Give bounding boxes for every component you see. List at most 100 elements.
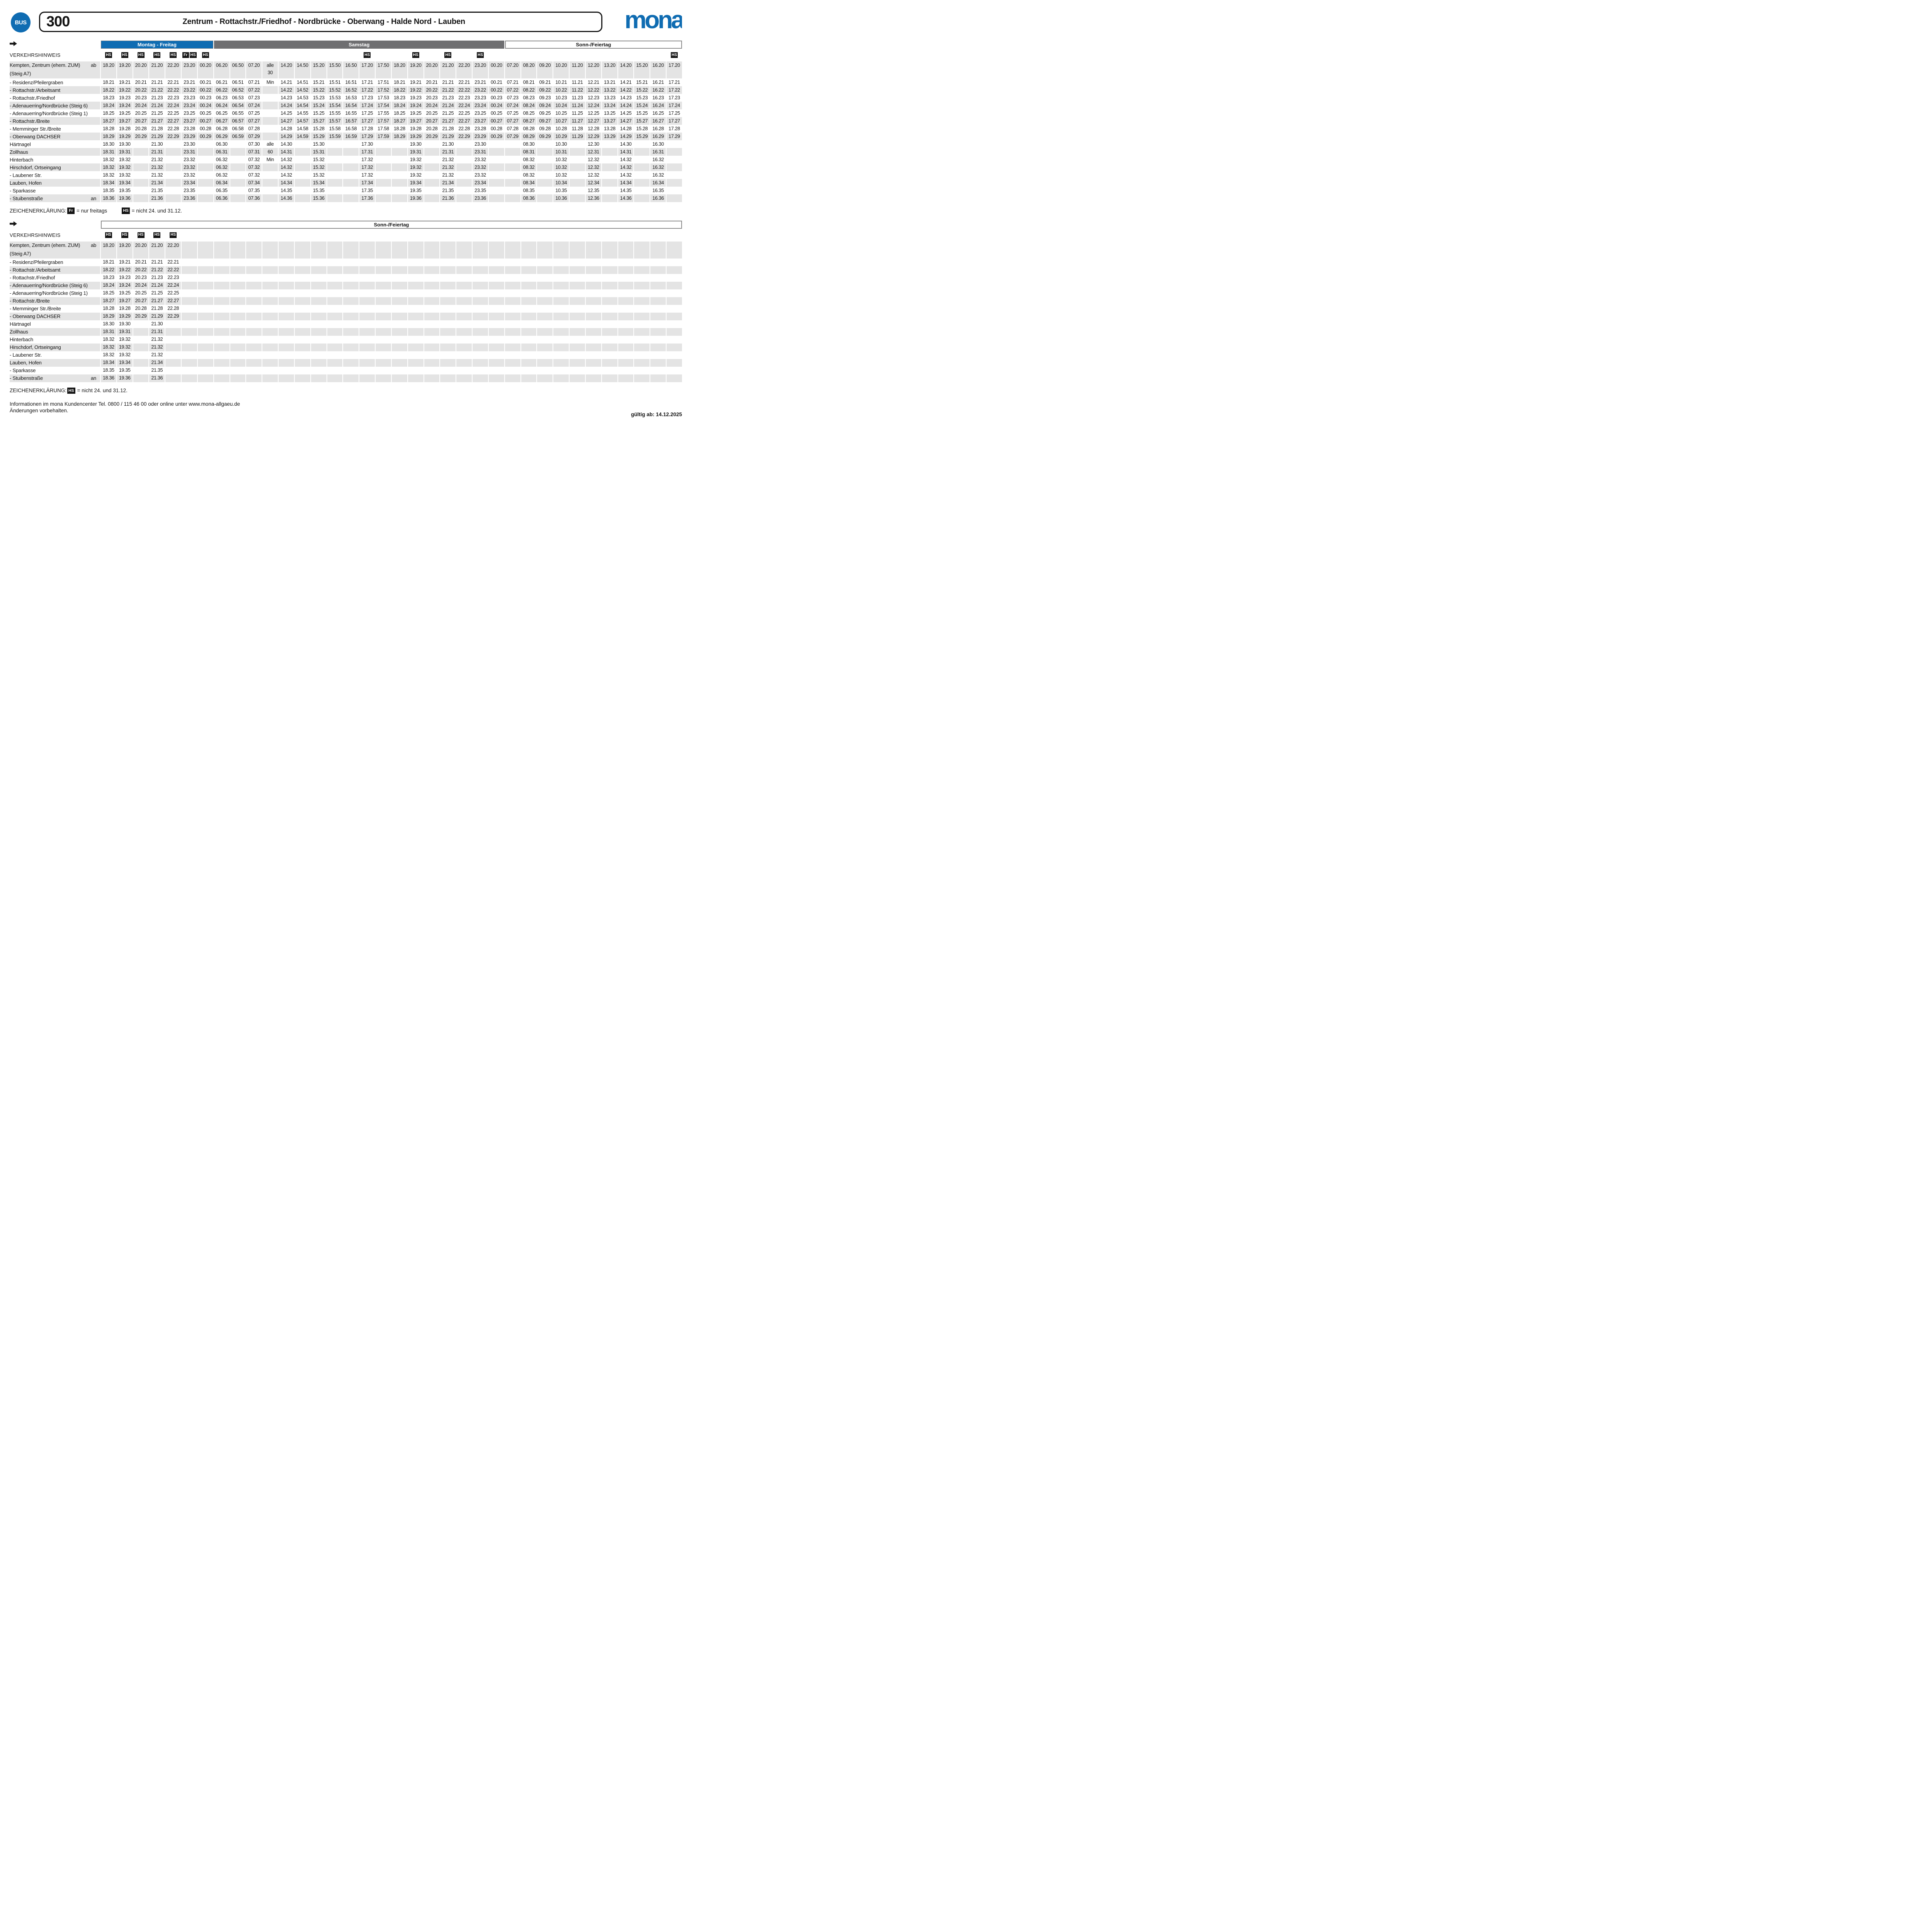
station-name: - Rottachstr./Arbeitsamt <box>10 87 96 93</box>
time-cell <box>618 367 634 374</box>
time-cell: 06.55 <box>230 109 246 117</box>
time-cell: 17.35 <box>359 187 375 194</box>
time-cell: 00.24 <box>489 102 504 109</box>
time-cell: 06.32 <box>214 156 230 163</box>
table-row: - Sparkasse18.3519.3521.3523.3506.3507.3… <box>10 187 682 194</box>
time-cell <box>182 289 197 297</box>
time-cell: 15.31 <box>311 148 327 156</box>
station-name: - Adenauerring/Nordbrücke (Steig 1) <box>10 111 96 116</box>
time-cell: 16.34 <box>650 179 666 187</box>
hint-cell: HS <box>133 52 149 58</box>
time-cell <box>376 140 391 148</box>
table2-band-row: Sonn-/Feiertag <box>10 221 682 229</box>
time-cell <box>327 274 343 282</box>
time-cell <box>650 297 666 305</box>
time-cell <box>165 194 181 202</box>
time-cell <box>214 274 230 282</box>
time-cell <box>667 274 682 282</box>
table-row: - Adenauerring/Nordbrücke (Steig 1)18.25… <box>10 289 682 297</box>
time-cell <box>650 274 666 282</box>
time-cell: 20.27 <box>133 297 149 305</box>
time-cell: 19.34 <box>117 359 133 367</box>
station-cell: Härtnagel <box>10 320 100 328</box>
time-cell: 20.21 <box>133 78 149 86</box>
time-cell: 16.21 <box>650 78 666 86</box>
time-cell: 18.24 <box>392 102 407 109</box>
time-cell: 21.31 <box>149 328 165 336</box>
departure-tag: ab <box>91 62 96 68</box>
table-row: Hirschdorf, Ortseingang18.3219.3221.3223… <box>10 163 682 171</box>
time-cell: 21.30 <box>149 320 165 328</box>
station-cell: - Oberwang DACHSER <box>10 133 100 140</box>
time-cell: 13.27 <box>602 117 617 125</box>
time-cell: 22.27 <box>165 297 181 305</box>
time-cell <box>392 194 407 202</box>
time-cell <box>279 336 294 344</box>
time-cell: 17.29 <box>359 133 375 140</box>
hs-badge: HS <box>170 232 177 238</box>
time-cell: 21.20 <box>149 242 165 259</box>
time-cell: 11.29 <box>570 133 585 140</box>
time-cell: 23.28 <box>473 125 488 133</box>
time-cell <box>586 328 601 336</box>
time-cell <box>246 259 262 266</box>
time-cell <box>376 194 391 202</box>
time-cell <box>214 313 230 320</box>
time-cell <box>295 367 310 374</box>
time-cell <box>424 344 440 351</box>
time-cell <box>602 374 617 382</box>
legend-title: ZEICHENERKLÄRUNG: <box>10 208 66 214</box>
time-cell: 23.23 <box>182 94 197 102</box>
station-cell: - Oberwang DACHSER <box>10 313 100 320</box>
time-cell: 17.54 <box>376 102 391 109</box>
time-cell: 22.22 <box>456 86 472 94</box>
time-cell: 16.58 <box>343 125 359 133</box>
time-cell <box>505 156 520 163</box>
table-row: - Memminger Str./Breite18.2819.2820.2821… <box>10 305 682 313</box>
time-cell <box>230 171 246 179</box>
time-cell <box>505 344 520 351</box>
time-cell: 09.23 <box>537 94 553 102</box>
time-cell <box>440 367 456 374</box>
time-cell <box>230 351 246 359</box>
time-cell <box>456 148 472 156</box>
time-cell: 10.30 <box>553 140 569 148</box>
time-cell <box>327 359 343 367</box>
time-cell: 14.58 <box>295 125 310 133</box>
time-cell <box>133 156 149 163</box>
time-cell: 19.32 <box>117 351 133 359</box>
time-cell <box>230 156 246 163</box>
time-cell <box>230 313 246 320</box>
time-cell <box>537 320 553 328</box>
time-cell <box>505 374 520 382</box>
time-cell <box>376 305 391 313</box>
time-cell <box>295 313 310 320</box>
time-cell <box>521 297 537 305</box>
time-cell <box>262 259 278 266</box>
time-cell: 16.53 <box>343 94 359 102</box>
time-cell: 18.32 <box>101 163 116 171</box>
time-cell <box>376 274 391 282</box>
time-cell: 17.52 <box>376 86 391 94</box>
time-cell <box>295 148 310 156</box>
time-cell <box>424 297 440 305</box>
time-cell: 13.25 <box>602 109 617 117</box>
time-cell: 08.27 <box>521 117 537 125</box>
time-cell <box>198 367 213 374</box>
time-cell <box>327 266 343 274</box>
time-cell: 10.25 <box>553 109 569 117</box>
time-cell: 18.23 <box>101 94 116 102</box>
bus-badge-label: BUS <box>15 19 26 26</box>
time-cell: 18.30 <box>101 140 116 148</box>
time-cell <box>456 289 472 297</box>
time-cell <box>262 266 278 274</box>
time-cell <box>586 336 601 344</box>
table-row: - Stuibenstraßean18.3619.3621.3623.3606.… <box>10 194 682 202</box>
time-cell: 21.20 <box>149 61 165 78</box>
time-cell <box>279 320 294 328</box>
time-cell: 21.24 <box>440 102 456 109</box>
time-cell <box>489 320 504 328</box>
time-cell <box>246 320 262 328</box>
time-cell <box>376 351 391 359</box>
time-cell <box>537 289 553 297</box>
